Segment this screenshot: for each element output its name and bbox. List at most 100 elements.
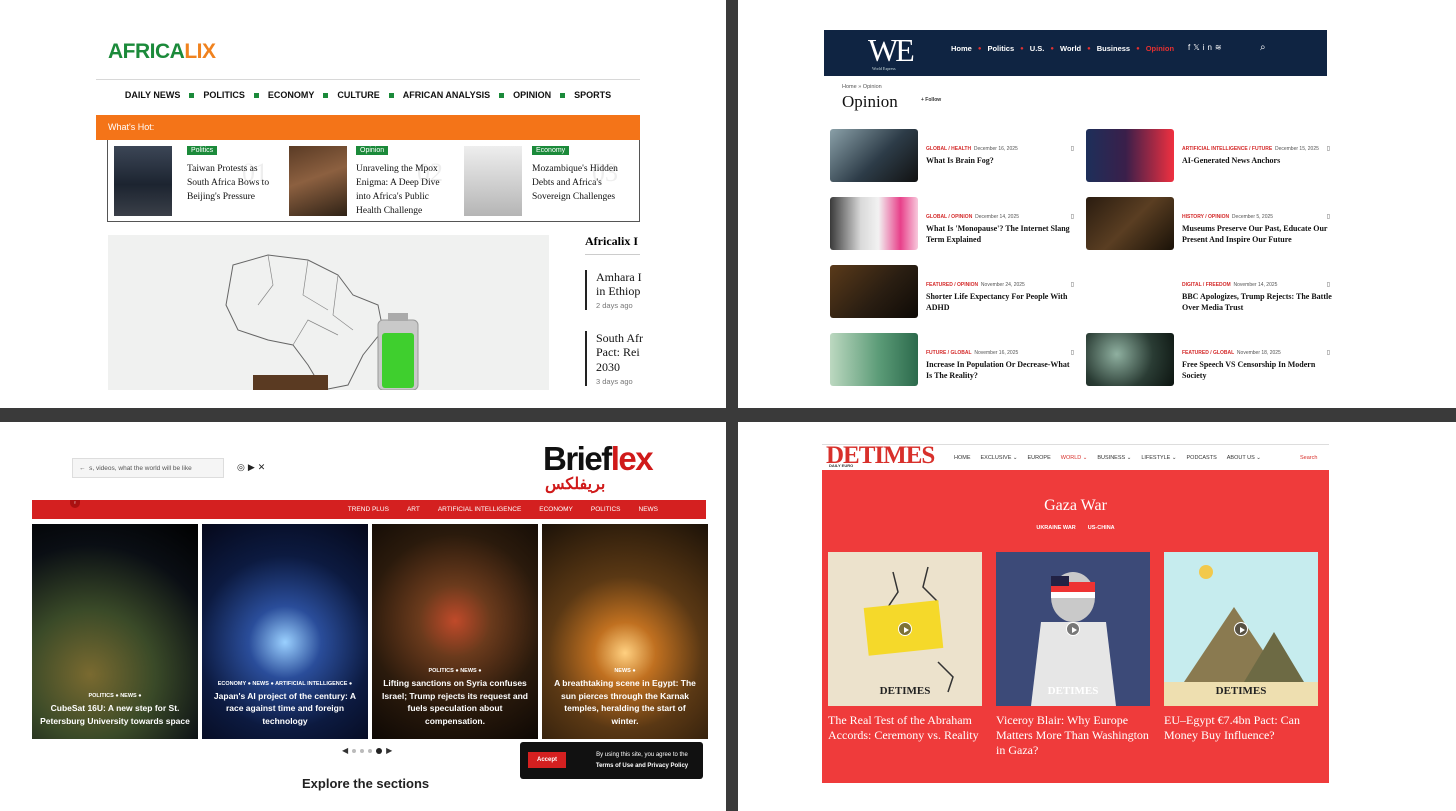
brieflex-logo[interactable]: Brieflex <box>543 440 654 478</box>
card-title[interactable]: Lifting sanctions on Syria confuses Isra… <box>380 677 530 727</box>
video-card[interactable]: DETIMES <box>1164 552 1318 706</box>
hot-item[interactable]: 03 Economy Mozambique's Hidden Debts and… <box>464 146 634 216</box>
nav-economy[interactable]: ECONOMY <box>539 500 573 519</box>
article-card[interactable]: ARTIFICIAL INTELLIGENCE / FUTURE Decembe… <box>1086 129 1334 187</box>
card-title[interactable]: The Real Test of the Abraham Accords: Ce… <box>828 713 988 743</box>
sidebar-item-title[interactable]: Pact: Rei <box>596 345 640 360</box>
bookmark-icon[interactable]: ▯ <box>1327 145 1330 152</box>
article-title[interactable]: What Is 'Monopause'? The Internet Slang … <box>926 224 1076 245</box>
nav-art[interactable]: ART <box>407 500 420 519</box>
hot-item-title[interactable]: Mozambique's Hidden Debts and Africa's S… <box>532 162 632 204</box>
hot-item[interactable]: 02 Opinion Unraveling the Mpox Enigma: A… <box>289 146 459 216</box>
article-card[interactable]: GLOBAL / HEALTH December 16, 2025 What I… <box>830 129 1078 187</box>
back-arrow-icon[interactable]: ← <box>79 465 89 472</box>
article-category[interactable]: DIGITAL / FREEDOM <box>1182 282 1231 288</box>
article-title[interactable]: Increase In Population Or Decrease-What … <box>926 360 1076 381</box>
hot-item[interactable]: 01 Politics Taiwan Protests as South Afr… <box>114 146 284 216</box>
nav-sports[interactable]: SPORTS <box>574 90 611 100</box>
nav-opinion[interactable]: Opinion <box>1146 44 1174 53</box>
nav-world[interactable]: WORLD ⌄ <box>1061 455 1088 461</box>
terms-link[interactable]: Terms of Use and Privacy Policy <box>596 763 688 769</box>
card-title[interactable]: CubeSat 16U: A new step for St. Petersbu… <box>40 702 190 727</box>
hot-item-title[interactable]: Taiwan Protests as South Africa Bows to … <box>187 162 282 204</box>
carousel-card[interactable]: NEWS ● A breathtaking scene in Egypt: The… <box>542 524 708 739</box>
nav-politics[interactable]: POLITICS <box>591 500 621 519</box>
pager-dot[interactable] <box>360 748 365 753</box>
nav-trend-plus[interactable]: TREND PLUS <box>348 500 389 519</box>
article-category[interactable]: ARTIFICIAL INTELLIGENCE / FUTURE <box>1182 146 1272 152</box>
nav-politics[interactable]: POLITICS <box>203 90 245 100</box>
article-card[interactable]: DIGITAL / FREEDOM November 14, 2025 BBC … <box>1086 265 1334 323</box>
next-arrow-icon[interactable]: ▶ <box>386 746 392 755</box>
article-card[interactable]: FEATURED / GLOBAL November 18, 2025 Free… <box>1086 333 1334 391</box>
africalix-logo[interactable]: AFRICALIX <box>108 40 216 64</box>
pager-dot-active[interactable] <box>376 747 383 754</box>
bookmark-icon[interactable]: ▯ <box>1327 349 1330 356</box>
play-icon[interactable] <box>898 622 912 636</box>
article-title[interactable]: AI-Generated News Anchors <box>1182 156 1332 167</box>
nav-business[interactable]: BUSINESS ⌄ <box>1097 455 1131 461</box>
nav-lifestyle[interactable]: LIFESTYLE ⌄ <box>1141 455 1176 461</box>
carousel-card[interactable]: POLITICS ● NEWS ● Lifting sanctions on Sy… <box>372 524 538 739</box>
carousel-card[interactable]: ECONOMY ● NEWS ● ARTIFICIAL INTELLIGENCE… <box>202 524 368 739</box>
pager-dot[interactable] <box>352 748 357 753</box>
nav-about-us[interactable]: ABOUT US ⌄ <box>1227 455 1261 461</box>
article-title[interactable]: BBC Apologizes, Trump Rejects: The Battl… <box>1182 292 1332 313</box>
x-icon[interactable]: 𝕏 <box>1193 43 1202 52</box>
nav-opinion[interactable]: OPINION <box>513 90 551 100</box>
article-category[interactable]: FEATURED / OPINION <box>926 282 978 288</box>
article-category[interactable]: GLOBAL / OPINION <box>926 214 972 220</box>
hero-image[interactable] <box>108 235 549 390</box>
hot-item-tag[interactable]: Opinion <box>356 146 389 155</box>
search-input[interactable]: ← s, videos, what the world will be like <box>72 458 224 478</box>
linkedin-icon[interactable]: in <box>1203 43 1215 52</box>
article-card[interactable]: HISTORY / OPINION December 5, 2025 Museu… <box>1086 197 1334 255</box>
article-category[interactable]: GLOBAL / HEALTH <box>926 146 971 152</box>
nav-news[interactable]: NEWS <box>639 500 659 519</box>
rss-icon[interactable]: ≋ <box>1215 43 1225 52</box>
we-logo[interactable]: WE World Express <box>868 32 915 71</box>
article-category[interactable]: FUTURE / GLOBAL <box>926 350 972 356</box>
nav-podcasts[interactable]: PODCASTS <box>1187 455 1217 461</box>
nav-europe[interactable]: EUROPE <box>1028 455 1051 461</box>
nav-african-analysis[interactable]: AFRICAN ANALYSIS <box>403 90 490 100</box>
article-title[interactable]: Free Speech VS Censorship In Modern Soci… <box>1182 360 1332 381</box>
sidebar-item-title[interactable]: in Ethiop <box>596 284 640 299</box>
nav-us[interactable]: U.S. <box>1030 44 1045 53</box>
tag-link[interactable]: UKRAINE WAR <box>1036 525 1075 531</box>
pager-dot[interactable] <box>368 748 373 753</box>
breadcrumb[interactable]: Home » Opinion <box>842 84 882 90</box>
video-card[interactable]: DETIMES <box>828 552 982 706</box>
nav-culture[interactable]: CULTURE <box>337 90 379 100</box>
bookmark-icon[interactable]: ▯ <box>1327 281 1330 288</box>
sidebar-item-title[interactable]: Amhara I <box>596 270 642 285</box>
nav-exclusive[interactable]: EXCLUSIVE ⌄ <box>981 455 1018 461</box>
bookmark-icon[interactable]: ▯ <box>1071 213 1074 220</box>
accept-button[interactable]: Accept <box>528 752 566 768</box>
nav-business[interactable]: Business <box>1097 44 1130 53</box>
article-title[interactable]: Museums Preserve Our Past, Educate Our P… <box>1182 224 1332 245</box>
nav-politics[interactable]: Politics <box>987 44 1014 53</box>
tag-link[interactable]: US-CHINA <box>1088 525 1115 531</box>
bookmark-icon[interactable]: ▯ <box>1071 349 1074 356</box>
hot-item-title[interactable]: Unraveling the Mpox Enigma: A Deep Dive … <box>356 162 456 218</box>
card-title[interactable]: A breathtaking scene in Egypt: The sun p… <box>550 677 700 727</box>
prev-arrow-icon[interactable]: ◀ <box>342 746 348 755</box>
hot-item-tag[interactable]: Economy <box>532 146 570 155</box>
bookmark-icon[interactable]: ▯ <box>1071 145 1074 152</box>
article-title[interactable]: What Is Brain Fog? <box>926 156 1076 167</box>
x-icon[interactable]: ✕ <box>258 462 269 472</box>
nav-artificial-intelligence[interactable]: ARTIFICIAL INTELLIGENCE <box>438 500 521 519</box>
nav-daily-news[interactable]: DAILY NEWS <box>125 90 181 100</box>
hot-item-tag[interactable]: Politics <box>187 146 218 155</box>
sidebar-item-title[interactable]: 2030 <box>596 360 620 375</box>
card-title[interactable]: Japan's AI project of the century: A rac… <box>210 690 360 728</box>
article-card[interactable]: FUTURE / GLOBAL November 16, 2025 Increa… <box>830 333 1078 391</box>
bookmark-icon[interactable]: ▯ <box>1071 281 1074 288</box>
card-title[interactable]: EU–Egypt €7.4bn Pact: Can Money Buy Infl… <box>1164 713 1324 743</box>
carousel-card[interactable]: POLITICS ● NEWS ● CubeSat 16U: A new step… <box>32 524 198 739</box>
card-title[interactable]: Viceroy Blair: Why Europe Matters More T… <box>996 713 1156 758</box>
nav-world[interactable]: World <box>1060 44 1081 53</box>
youtube-icon[interactable]: ▶ <box>248 462 258 472</box>
nav-economy[interactable]: ECONOMY <box>268 90 315 100</box>
